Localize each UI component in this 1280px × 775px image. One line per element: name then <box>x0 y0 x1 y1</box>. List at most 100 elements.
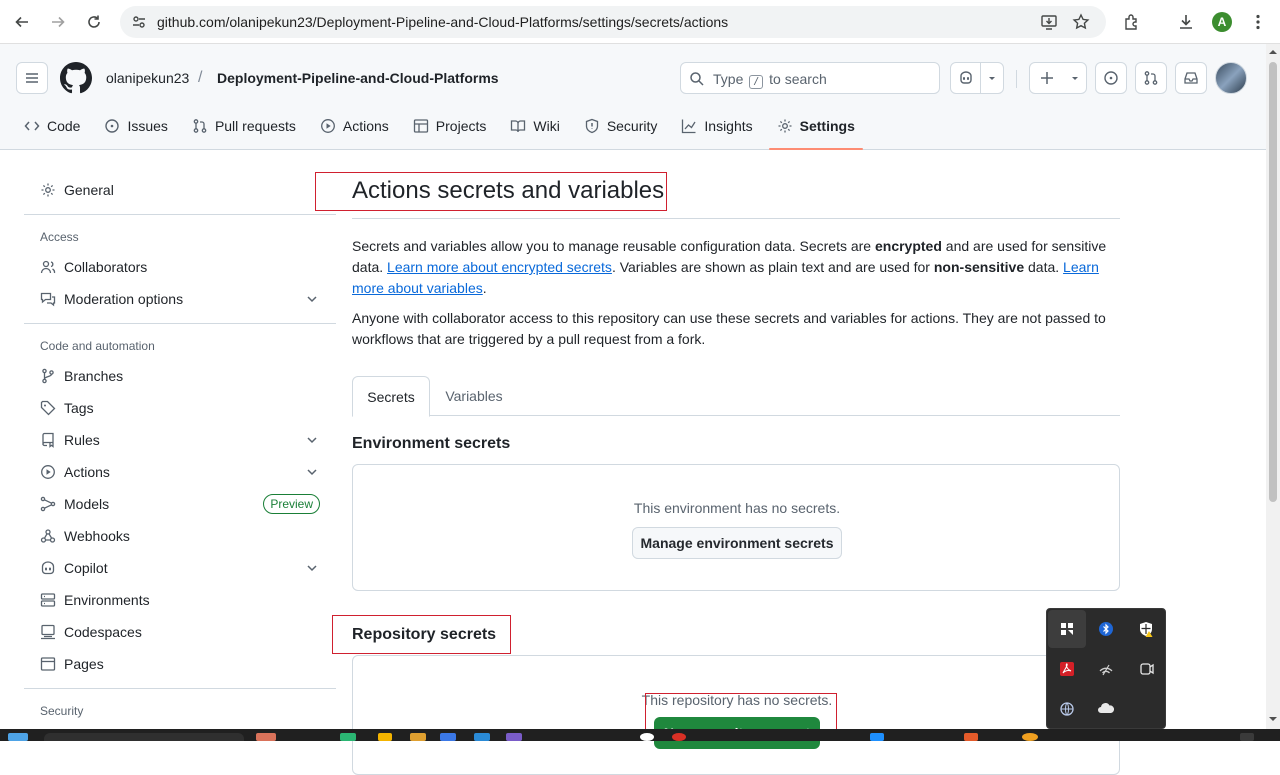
address-bar[interactable]: github.com/olanipekun23/Deployment-Pipel… <box>120 6 1106 38</box>
hamburger-icon <box>26 73 38 83</box>
sidebar-item-copilot[interactable]: Copilot <box>24 552 336 584</box>
chevron-down-icon[interactable] <box>304 291 320 307</box>
profile-avatar[interactable]: A <box>1212 12 1232 32</box>
manage-environment-secrets-button[interactable]: Manage environment secrets <box>632 527 842 559</box>
forward-icon[interactable] <box>46 10 70 34</box>
app-tray-icon[interactable] <box>1048 610 1086 648</box>
tab-settings[interactable]: Settings <box>768 106 864 150</box>
tab-secrets[interactable]: Secrets <box>352 376 430 417</box>
taskbar-app-icon[interactable] <box>506 733 522 741</box>
tab-actions[interactable]: Actions <box>312 106 397 146</box>
notification-icon[interactable] <box>1240 733 1254 741</box>
tab-issues[interactable]: Issues <box>96 106 175 146</box>
extensions-icon[interactable] <box>1120 10 1144 34</box>
tab-projects[interactable]: Projects <box>405 106 495 146</box>
back-icon[interactable] <box>10 10 34 34</box>
git-branch-icon <box>40 368 56 384</box>
search-input[interactable]: Type / to search <box>680 62 940 94</box>
sidebar-item-models[interactable]: Models Preview <box>24 488 336 520</box>
pull-request-icon <box>1144 71 1158 85</box>
bluetooth-icon[interactable] <box>1087 610 1125 648</box>
page-title: Actions secrets and variables <box>352 177 665 204</box>
install-app-icon[interactable] <box>1040 13 1058 31</box>
onedrive-cloud-icon[interactable] <box>1087 690 1125 728</box>
security-shield-icon[interactable] <box>1127 610 1165 648</box>
taskbar-search-box[interactable] <box>44 733 244 741</box>
taskbar-app-icon[interactable] <box>378 733 392 741</box>
taskbar-app-icon[interactable] <box>474 733 490 741</box>
sidebar-item-label: Moderation options <box>64 291 184 307</box>
taskbar-app-icon[interactable] <box>870 733 884 741</box>
tab-label: Code <box>47 118 81 134</box>
copilot-menu-button[interactable] <box>950 62 1004 94</box>
taskbar-app-icon[interactable] <box>964 733 978 741</box>
tab-label: Wiki <box>533 118 560 134</box>
sidebar-item-actions[interactable]: Actions <box>24 456 336 488</box>
breadcrumb-repo-link[interactable]: Deployment-Pipeline-and-Cloud-Platforms <box>217 70 499 86</box>
sidebar-item-general[interactable]: General <box>24 174 336 206</box>
scroll-up-arrow-icon[interactable] <box>1269 48 1277 56</box>
sidebar-item-label: Environments <box>64 592 150 608</box>
codespaces-icon <box>40 624 56 640</box>
chevron-down-icon[interactable] <box>981 73 1003 83</box>
collaborator-note: Anyone with collaborator access to this … <box>352 310 1106 347</box>
sidebar-item-label: Branches <box>64 368 124 384</box>
chevron-down-icon[interactable] <box>304 560 320 576</box>
tab-wiki[interactable]: Wiki <box>502 106 567 146</box>
github-logo-icon[interactable] <box>60 62 92 94</box>
hamburger-menu-button[interactable] <box>16 62 48 94</box>
wireless-icon[interactable] <box>1087 650 1125 688</box>
sidebar-item-codespaces[interactable]: Codespaces <box>24 616 336 648</box>
sidebar-heading-code-automation: Code and automation <box>40 339 155 353</box>
taskbar-app-icon[interactable] <box>672 733 686 741</box>
chevron-down-icon[interactable] <box>1064 73 1086 83</box>
tab-pull-requests[interactable]: Pull requests <box>184 106 304 146</box>
sidebar-item-tags[interactable]: Tags <box>24 392 336 424</box>
sidebar-item-pages[interactable]: Pages <box>24 648 336 680</box>
reload-icon[interactable] <box>82 10 106 34</box>
user-avatar[interactable] <box>1215 62 1247 94</box>
page-scrollbar[interactable] <box>1266 44 1280 729</box>
taskbar-app-icon[interactable] <box>256 733 276 741</box>
downloads-icon[interactable] <box>1174 10 1198 34</box>
server-icon <box>40 592 56 608</box>
menu-kebab-icon[interactable] <box>1246 10 1270 34</box>
start-button-icon[interactable] <box>8 733 28 741</box>
taskbar-app-icon[interactable] <box>340 733 356 741</box>
scroll-down-arrow-icon[interactable] <box>1269 715 1277 723</box>
sidebar-item-branches[interactable]: Branches <box>24 360 336 392</box>
tab-insights[interactable]: Insights <box>673 106 760 146</box>
breadcrumb-owner-link[interactable]: olanipekun23 <box>106 70 189 86</box>
issues-button[interactable] <box>1095 62 1127 94</box>
chevron-down-icon[interactable] <box>304 464 320 480</box>
tab-code[interactable]: Code <box>16 106 88 146</box>
learn-more-secrets-link[interactable]: Learn more about encrypted secrets <box>387 259 612 275</box>
tab-security[interactable]: Security <box>576 106 666 146</box>
sidebar-item-webhooks[interactable]: Webhooks <box>24 520 336 552</box>
sidebar-item-environments[interactable]: Environments <box>24 584 336 616</box>
taskbar-chrome-icon[interactable] <box>640 733 654 741</box>
network-globe-icon[interactable] <box>1048 690 1086 728</box>
pull-requests-button[interactable] <box>1135 62 1167 94</box>
url-text[interactable]: github.com/olanipekun23/Deployment-Pipel… <box>157 14 728 30</box>
bookmark-star-icon[interactable] <box>1072 13 1090 31</box>
weather-icon[interactable] <box>1022 733 1038 741</box>
tab-variables[interactable]: Variables <box>430 376 518 416</box>
taskbar-app-icon[interactable] <box>410 733 426 741</box>
chevron-down-icon[interactable] <box>304 432 320 448</box>
pull-request-icon <box>192 118 208 134</box>
sidebar-item-moderation[interactable]: Moderation options <box>24 283 336 315</box>
pdf-reader-icon[interactable] <box>1048 650 1086 688</box>
models-icon <box>40 496 56 512</box>
taskbar-app-icon[interactable] <box>440 733 456 741</box>
site-info-icon[interactable] <box>130 13 148 31</box>
sidebar-divider <box>24 214 336 215</box>
sidebar-item-rules[interactable]: Rules <box>24 424 336 456</box>
plus-icon[interactable] <box>1030 70 1064 86</box>
scrollbar-thumb[interactable] <box>1269 62 1277 502</box>
create-new-button[interactable] <box>1029 62 1087 94</box>
copilot-icon[interactable] <box>951 70 980 86</box>
meeting-camera-icon[interactable] <box>1127 650 1165 688</box>
sidebar-item-collaborators[interactable]: Collaborators <box>24 251 336 283</box>
inbox-button[interactable] <box>1175 62 1207 94</box>
